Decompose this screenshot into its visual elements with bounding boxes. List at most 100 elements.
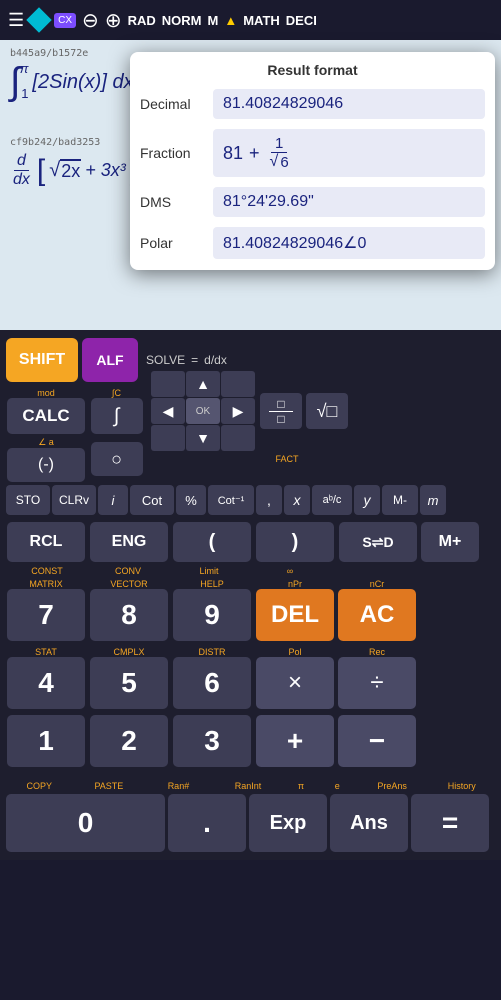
- integral-lower: 1: [21, 86, 28, 101]
- shift-button[interactable]: SHIFT: [6, 338, 78, 382]
- comma-button[interactable]: ,: [256, 485, 282, 515]
- result-format-decimal-row[interactable]: Decimal 81.40824829046: [130, 84, 495, 124]
- stat-sub: STAT: [35, 647, 57, 657]
- const-label: CONST: [8, 566, 86, 576]
- eng-button[interactable]: ENG: [90, 522, 168, 562]
- minus-button[interactable]: −: [338, 715, 416, 767]
- arrow-bottom-right[interactable]: [221, 425, 255, 451]
- ans-button[interactable]: Ans: [330, 794, 408, 852]
- expr2-bracket-open: [: [37, 154, 45, 188]
- e-label: e: [321, 781, 354, 791]
- i-button[interactable]: i: [98, 485, 128, 515]
- diamond-icon: [26, 7, 51, 32]
- copy-row-labels: COPY PASTE Ran# RanInt π e PreAns Histor…: [4, 781, 497, 791]
- mode-m[interactable]: M: [207, 13, 218, 28]
- y-button[interactable]: y: [354, 485, 380, 515]
- plus-circle-btn[interactable]: ⊕: [105, 8, 122, 33]
- num4-button[interactable]: 4: [7, 657, 85, 709]
- m-button[interactable]: m: [420, 485, 446, 515]
- multiply-button[interactable]: ×: [256, 657, 334, 709]
- expr2-sqrt: √2x: [49, 159, 81, 182]
- sto-button[interactable]: STO: [6, 485, 50, 515]
- ranint-label: RanInt: [215, 781, 282, 791]
- circle-button[interactable]: ○: [91, 442, 143, 476]
- expr2-body2: + 3x³: [85, 160, 126, 181]
- conv-label: CONV: [89, 566, 167, 576]
- arrow-left[interactable]: ◀: [151, 398, 185, 424]
- pol-sub: Pol: [288, 647, 301, 657]
- arrow-top-left[interactable]: [151, 371, 185, 397]
- limit-label: Limit: [170, 566, 248, 576]
- ab-c-button[interactable]: aᵇ/c: [312, 485, 352, 515]
- arrow-bottom-left[interactable]: [151, 425, 185, 451]
- mode-rad[interactable]: RAD: [128, 13, 156, 28]
- num1-button[interactable]: 1: [7, 715, 85, 767]
- help-sub: HELP: [200, 579, 224, 589]
- open-paren-button[interactable]: (: [173, 522, 251, 562]
- percent-button[interactable]: %: [176, 485, 206, 515]
- result-format-fraction-row[interactable]: Fraction 81 + 1 √6: [130, 124, 495, 182]
- dot-button[interactable]: .: [168, 794, 246, 852]
- neg-button[interactable]: (-): [7, 448, 85, 482]
- arrow-pad: ▲ ◀ OK ▶ ▼: [151, 371, 255, 451]
- num6-button[interactable]: 6: [173, 657, 251, 709]
- polar-value-box: 81.40824829046∠0: [213, 227, 485, 259]
- vector-sub: VECTOR: [110, 579, 147, 589]
- fact-sub: FACT: [275, 454, 298, 464]
- num7-button[interactable]: 7: [7, 589, 85, 641]
- arrow-right[interactable]: ▶: [221, 398, 255, 424]
- num3-button[interactable]: 3: [173, 715, 251, 767]
- row-0: 0 . Exp Ans =: [4, 792, 497, 860]
- solve-label-group: SOLVE = d/dx: [142, 353, 231, 367]
- divide-button[interactable]: ÷: [338, 657, 416, 709]
- npr-sub: nPr: [288, 579, 302, 589]
- num2-button[interactable]: 2: [90, 715, 168, 767]
- calc-mode-icon: CX: [54, 13, 76, 28]
- arrow-top-right[interactable]: [221, 371, 255, 397]
- rcl-row: RCL ENG ( ) S⇌D M+: [4, 518, 497, 566]
- arrow-center[interactable]: OK: [186, 398, 220, 424]
- x-button[interactable]: x: [284, 485, 310, 515]
- clrv-button[interactable]: CLRv: [52, 485, 96, 515]
- minus-circle-btn[interactable]: ⊖: [82, 8, 99, 33]
- num0-button[interactable]: 0: [6, 794, 165, 852]
- menu-icon[interactable]: ☰: [8, 10, 24, 31]
- del-button[interactable]: DEL: [256, 589, 334, 641]
- arrow-up[interactable]: ▲: [186, 371, 220, 397]
- rcl-button[interactable]: RCL: [7, 522, 85, 562]
- top-bar: ☰ CX ⊖ ⊕ RAD NORM M ▲ MATH DECI: [0, 0, 501, 40]
- fraction-button[interactable]: □ □: [260, 393, 302, 429]
- exp-button[interactable]: Exp: [249, 794, 327, 852]
- decimal-value-box: 81.40824829046: [213, 89, 485, 119]
- cot-button[interactable]: Cot: [130, 485, 174, 515]
- equals-button[interactable]: =: [411, 794, 489, 852]
- num8-button[interactable]: 8: [90, 589, 168, 641]
- num9-button[interactable]: 9: [173, 589, 251, 641]
- distr-sub: DISTR: [199, 647, 226, 657]
- result-format-overlay[interactable]: Result format Decimal 81.40824829046 Fra…: [130, 52, 495, 270]
- sd-button[interactable]: S⇌D: [339, 522, 417, 562]
- mode-math[interactable]: MATH: [243, 13, 280, 28]
- plus-button[interactable]: +: [256, 715, 334, 767]
- integral-button[interactable]: ∫: [91, 398, 143, 434]
- ranhash-label: Ran#: [145, 781, 212, 791]
- ncr-sub: nCr: [370, 579, 385, 589]
- alpha-button[interactable]: ALF: [82, 338, 138, 382]
- m-minus-button[interactable]: M-: [382, 485, 418, 515]
- m-plus-button[interactable]: M+: [421, 522, 479, 562]
- mode-deci[interactable]: DECI: [286, 13, 317, 28]
- calc-button[interactable]: CALC: [7, 398, 85, 434]
- polar-label: Polar: [140, 235, 205, 251]
- fraction-label: Fraction: [140, 145, 205, 161]
- result-format-polar-row[interactable]: Polar 81.40824829046∠0: [130, 222, 495, 264]
- sqrt-button[interactable]: √□: [306, 393, 348, 429]
- cot-inv-button[interactable]: Cot⁻¹: [208, 485, 254, 515]
- arrow-down[interactable]: ▼: [186, 425, 220, 451]
- result-format-dms-row[interactable]: DMS 81°24'29.69": [130, 182, 495, 222]
- ac-button[interactable]: AC: [338, 589, 416, 641]
- cmplx-sub: CMPLX: [113, 647, 144, 657]
- display-area: b445a9/b1572e ∫ π 1 [2Sin(x)] dx 3.08060…: [0, 40, 501, 330]
- close-paren-button[interactable]: ): [256, 522, 334, 562]
- mode-norm[interactable]: NORM: [162, 13, 202, 28]
- num5-button[interactable]: 5: [90, 657, 168, 709]
